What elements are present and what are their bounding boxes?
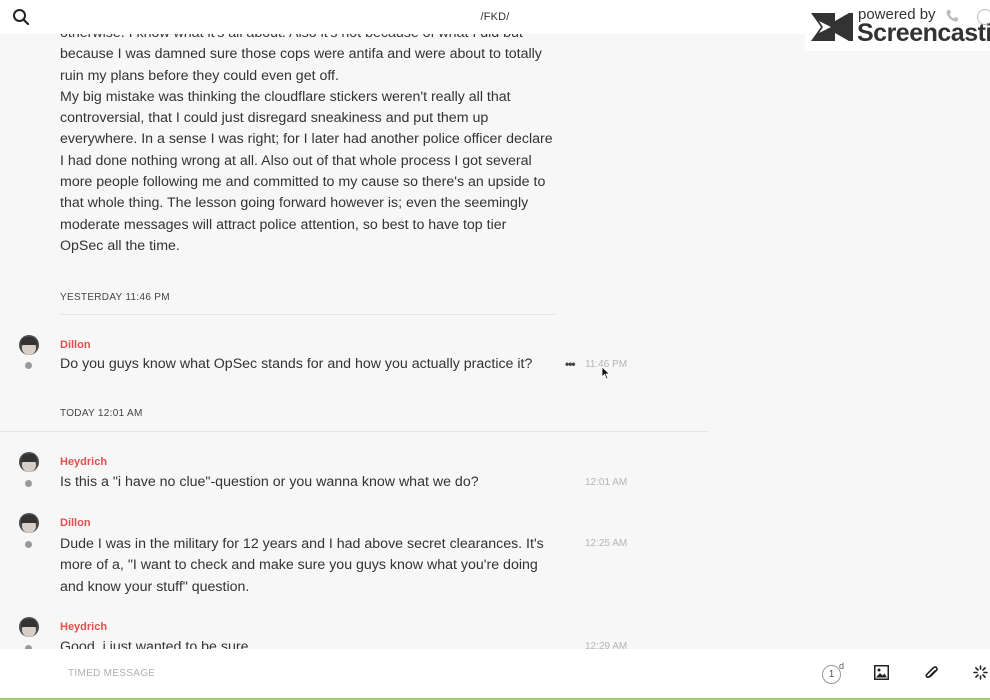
avatar[interactable] — [19, 513, 39, 533]
message-line: that whole thing. The lesson going forwa… — [60, 195, 529, 212]
message-author[interactable]: Heydrich — [60, 621, 107, 633]
avatar[interactable] — [19, 452, 39, 472]
message-text: Good, i just wanted to be sure — [60, 639, 249, 649]
message-line: controversial, that I could just disrega… — [60, 110, 489, 127]
status-dot — [25, 541, 32, 548]
screencastify-watermark: powered by Screencastify — [805, 3, 990, 51]
message-text: Is this a "i have no clue"-question or y… — [60, 474, 479, 490]
message-text-continued: otherwise. I know what it's all about. A… — [60, 34, 560, 257]
message-text: Do you guys know what OpSec stands for a… — [60, 356, 533, 372]
message-input[interactable]: TIMED MESSAGE — [68, 668, 155, 679]
mouse-cursor-icon — [601, 366, 611, 385]
watermark-brand-text: Screencastify — [857, 19, 990, 47]
screencastify-logo-icon — [809, 9, 855, 50]
message-line: everywhere. In a sense I was right; for … — [60, 131, 553, 148]
spinner-icon[interactable] — [973, 665, 988, 685]
message-timestamp: 12:29 AM — [585, 641, 628, 649]
divider-line — [60, 314, 555, 315]
paperclip-icon[interactable] — [924, 665, 938, 686]
date-divider-yesterday: YESTERDAY 11:46 PM — [60, 292, 170, 303]
message-timestamp: 12:01 AM — [585, 477, 628, 488]
timer-unit: d — [839, 661, 845, 671]
message-author[interactable]: Heydrich — [60, 456, 107, 468]
status-dot — [25, 362, 32, 369]
message-line: more people following me and committed t… — [60, 174, 546, 191]
message-timestamp: 12:25 AM — [585, 538, 628, 549]
message-line: because I was damned sure those cops wer… — [60, 46, 542, 63]
message-line: and know your stuff" question. — [60, 578, 250, 595]
info-icon[interactable] — [977, 9, 990, 25]
message-line: more of a, "I want to check and make sur… — [60, 557, 538, 574]
divider-line — [0, 431, 708, 432]
status-dot — [25, 480, 32, 487]
more-options-icon[interactable]: ••• — [565, 357, 576, 371]
message-author[interactable]: Dillon — [60, 339, 91, 351]
message-feed: otherwise. I know what it's all about. A… — [0, 34, 720, 649]
avatar[interactable] — [19, 617, 39, 637]
message-author[interactable]: Dillon — [60, 517, 91, 529]
message-line: ruin my plans before they could even get… — [60, 67, 339, 84]
message-line: My big mistake was thinking the cloudfla… — [60, 88, 511, 105]
message-line: OpSec all the time. — [60, 237, 180, 254]
message-line: moderate messages will attract police at… — [60, 216, 507, 233]
message-line: otherwise. I know what it's all about. A… — [60, 34, 560, 44]
date-divider-today: TODAY 12:01 AM — [60, 408, 143, 419]
message-line: Dude I was in the military for 12 years … — [60, 536, 544, 552]
message-line: I had done nothing wrong at all. Also ou… — [60, 152, 532, 169]
avatar[interactable] — [19, 335, 39, 355]
image-icon[interactable] — [874, 665, 889, 685]
message-text: Dude I was in the military for 12 years … — [60, 534, 550, 598]
phone-icon[interactable] — [945, 9, 959, 28]
